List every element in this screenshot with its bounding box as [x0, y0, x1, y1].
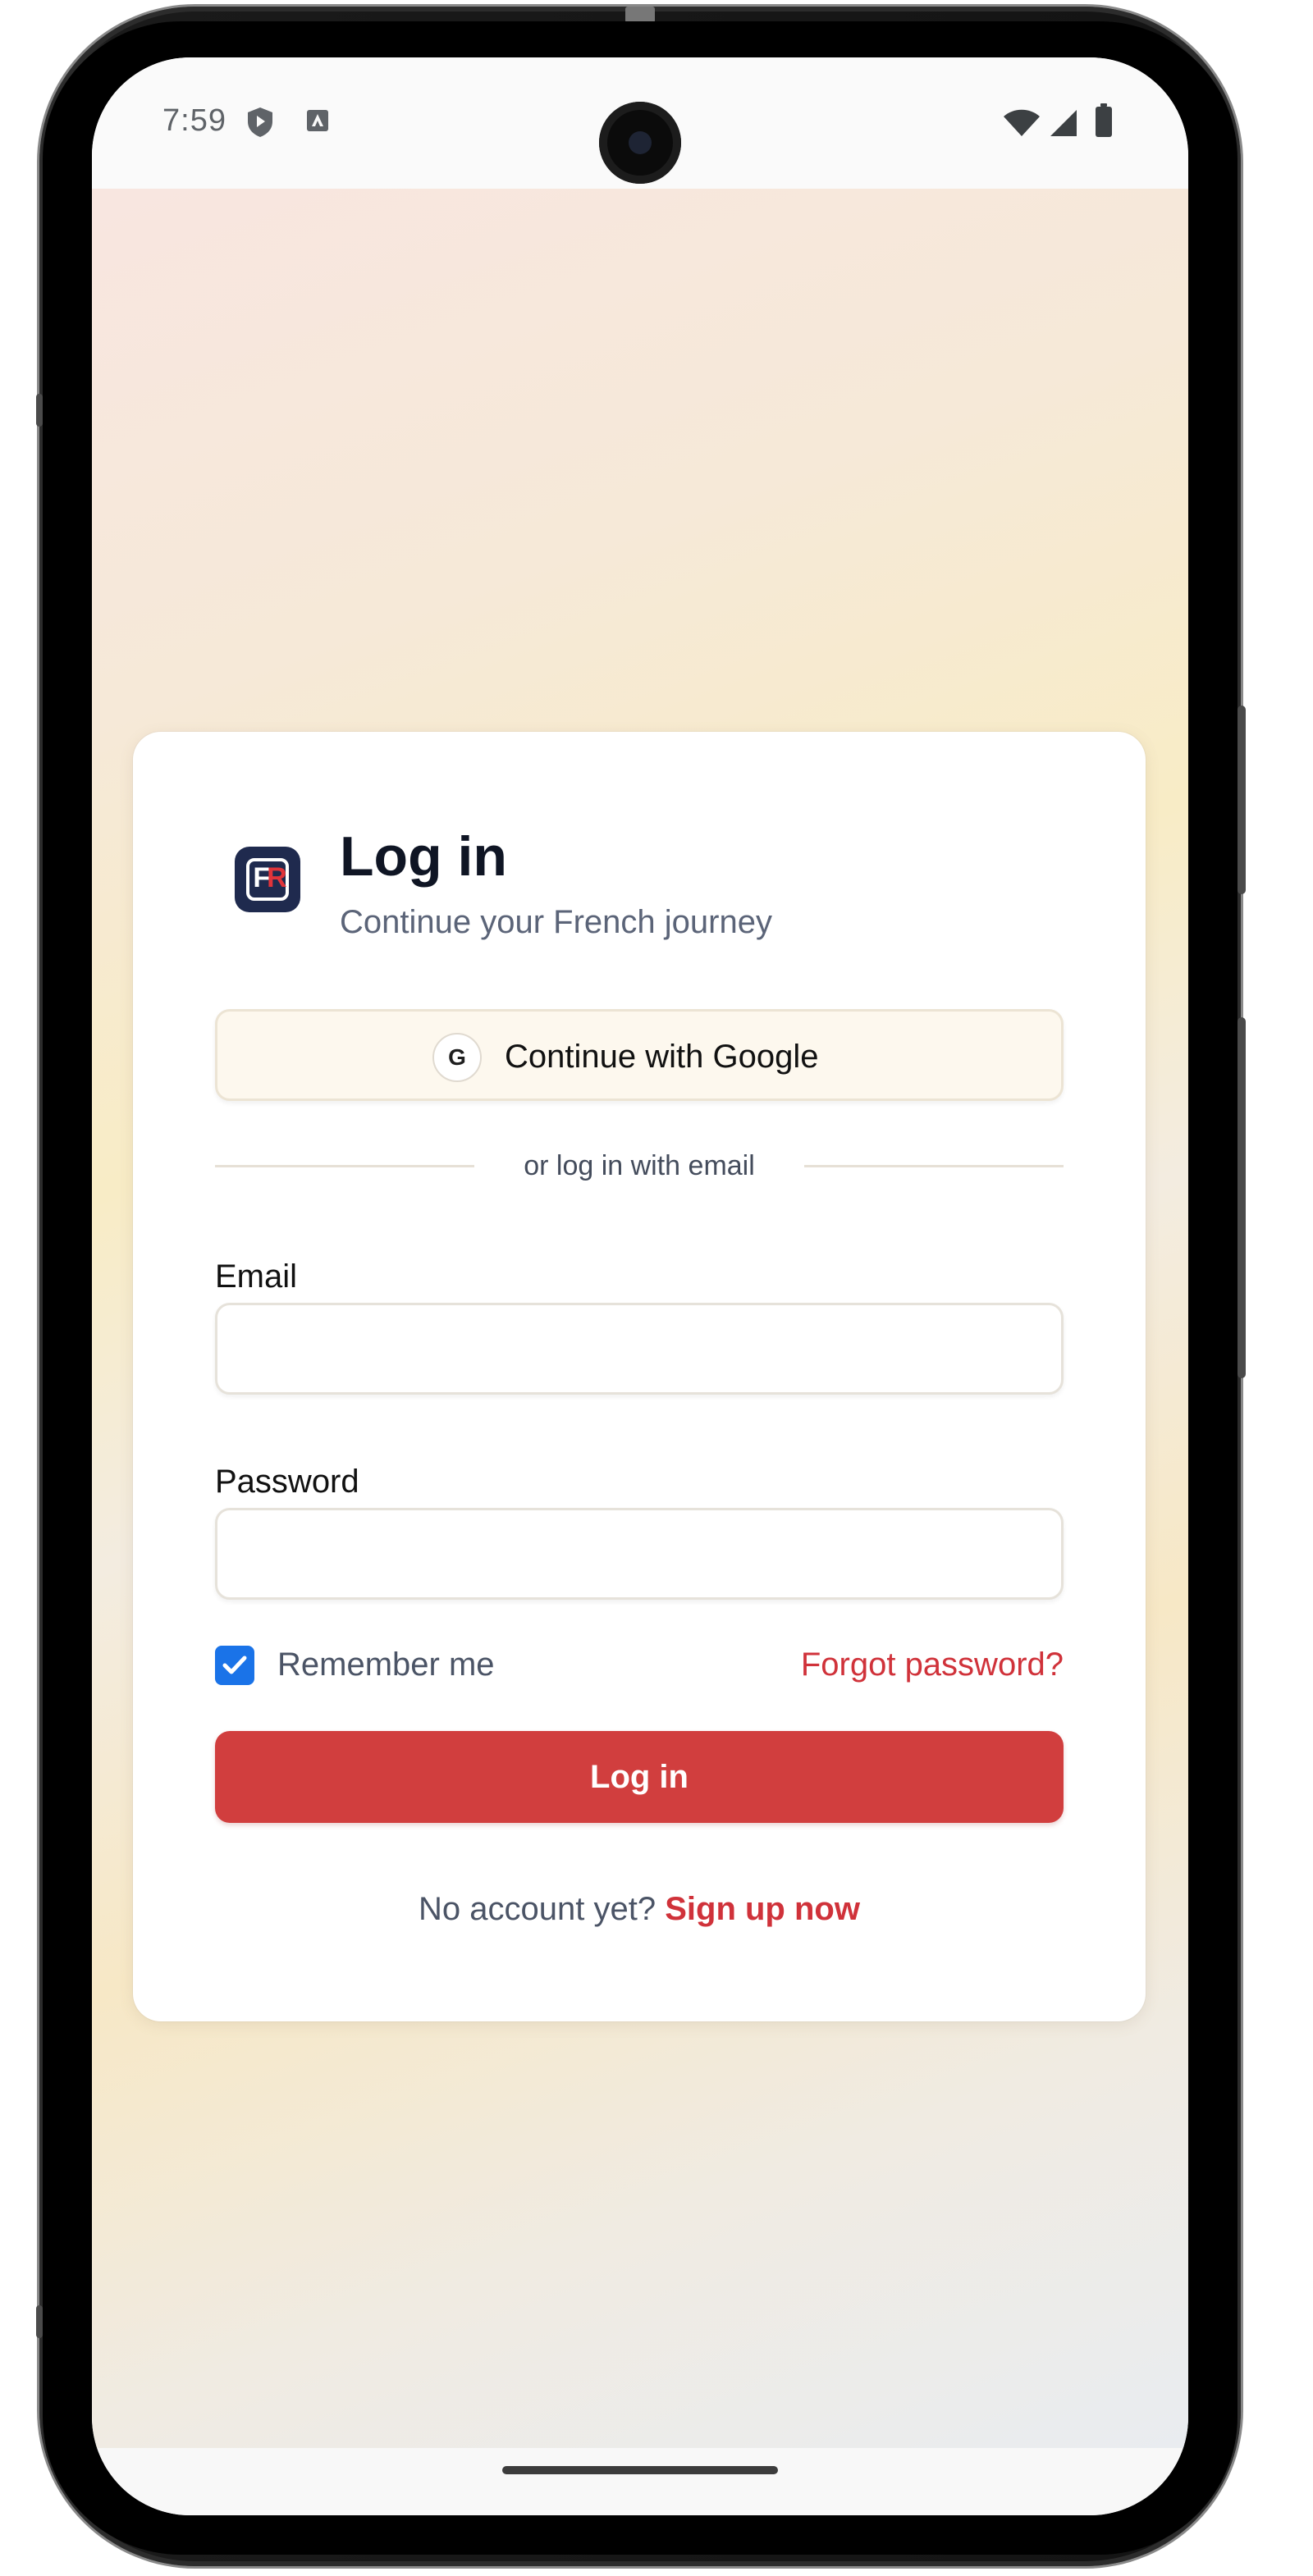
- phone-screen: 7:59 FR Log in Continue your French jour…: [92, 57, 1188, 2515]
- brand-logo: FR: [235, 847, 300, 912]
- password-label: Password: [215, 1464, 359, 1500]
- signup-row: No account yet? Sign up now: [133, 1889, 1146, 1930]
- google-login-button[interactable]: G Continue with Google: [215, 1009, 1064, 1101]
- login-card: FR Log in Continue your French journey G…: [133, 732, 1146, 2021]
- google-login-label: Continue with Google: [505, 1039, 819, 1075]
- signal-icon: [1049, 108, 1078, 142]
- volume-button: [1238, 706, 1246, 894]
- password-input[interactable]: [215, 1508, 1064, 1600]
- login-button[interactable]: Log in: [215, 1731, 1064, 1823]
- wifi-icon: [1003, 108, 1041, 142]
- status-bar: 7:59: [92, 57, 1188, 189]
- power-button: [1238, 1017, 1246, 1378]
- app-notification-icon: [305, 108, 330, 137]
- signup-prompt: No account yet?: [419, 1891, 656, 1927]
- page-title: Log in: [340, 825, 507, 888]
- status-time: 7:59: [162, 103, 226, 138]
- page-subtitle: Continue your French journey: [340, 904, 772, 940]
- side-button-left-top: [36, 394, 43, 427]
- battery-icon: [1095, 103, 1113, 142]
- divider-line-right: [804, 1165, 1064, 1167]
- brand-logo-letters: FR: [245, 861, 292, 894]
- email-input[interactable]: [215, 1303, 1064, 1395]
- brand-logo-letter-f: F: [253, 862, 270, 893]
- remember-me-checkbox[interactable]: [215, 1646, 254, 1685]
- signup-link[interactable]: Sign up now: [665, 1891, 860, 1927]
- home-handle[interactable]: [502, 2466, 778, 2474]
- brand-logo-letter-r: R: [267, 862, 286, 893]
- gesture-nav-bar: [92, 2448, 1188, 2515]
- shield-icon: [246, 107, 274, 142]
- google-icon: G: [432, 1033, 482, 1082]
- email-label: Email: [215, 1258, 298, 1295]
- front-camera: [599, 102, 681, 184]
- side-button-left-bottom: [36, 2305, 43, 2338]
- remember-me-label[interactable]: Remember me: [277, 1644, 495, 1685]
- divider-text: or log in with email: [524, 1150, 755, 1181]
- phone-top-edge: [625, 7, 655, 23]
- checkmark-icon: [222, 1656, 247, 1674]
- forgot-password-link[interactable]: Forgot password?: [801, 1644, 1064, 1685]
- login-screen: FR Log in Continue your French journey G…: [92, 189, 1188, 2448]
